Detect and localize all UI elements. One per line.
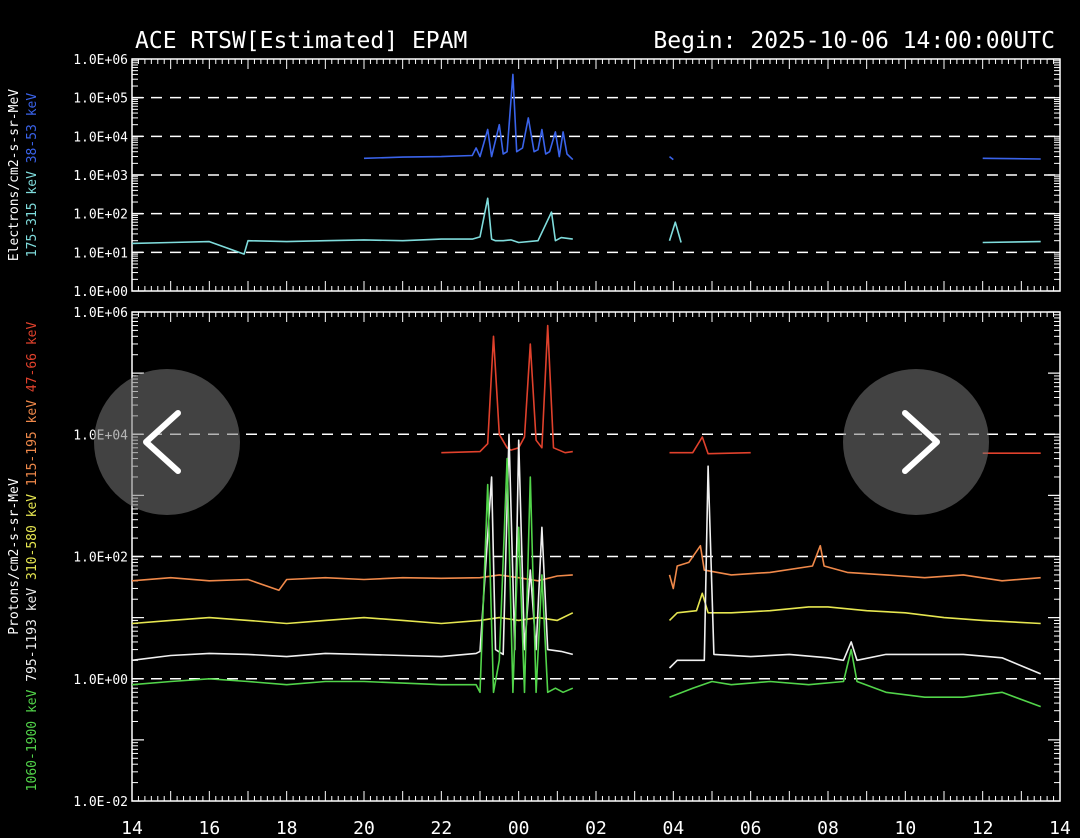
y-unit-label: Electrons/cm2-s-sr-MeV <box>7 89 22 261</box>
y-tick-label: 1.0E+02 <box>73 208 128 223</box>
x-tick-label: 10 <box>894 818 916 838</box>
y-tick-label: 1.0E+01 <box>73 246 128 261</box>
y-tick-label: 1.0E+02 <box>73 551 128 566</box>
legend-entry: 175-315 keV <box>25 163 40 257</box>
y-tick-label: 1.0E+04 <box>73 130 128 145</box>
chevron-right-icon <box>902 410 940 474</box>
y-tick-label: 1.0E+06 <box>73 306 128 321</box>
next-button[interactable] <box>843 369 989 515</box>
y-tick-label: 1.0E+00 <box>73 285 128 300</box>
x-tick-label: 12 <box>972 818 994 838</box>
y-tick-label: 1.0E+06 <box>73 53 128 68</box>
chevron-left-icon <box>143 410 181 474</box>
chart-title: ACE RTSW[Estimated] EPAM <box>135 28 467 54</box>
legend-entry: 310-580 keV <box>25 486 40 580</box>
y-tick-label: 1.0E-02 <box>73 795 128 810</box>
x-tick-label: 22 <box>430 818 452 838</box>
previous-button[interactable] <box>94 369 240 515</box>
x-tick-label: 08 <box>817 818 839 838</box>
x-tick-label: 16 <box>198 818 220 838</box>
legend-entry: 47-66 keV <box>25 322 40 393</box>
x-tick-label: 06 <box>740 818 762 838</box>
y-tick-label: 1.0E+03 <box>73 169 128 184</box>
x-tick-label: 20 <box>353 818 375 838</box>
x-tick-label: 18 <box>276 818 298 838</box>
x-tick-label: 02 <box>585 818 607 838</box>
y-tick-label: 1.0E+00 <box>73 673 128 688</box>
x-tick-label: 00 <box>508 818 530 838</box>
x-tick-label: 14 <box>121 818 143 838</box>
legend-entry: 38-53 keV <box>25 93 40 164</box>
legend-entry: 115-195 keV <box>25 392 40 486</box>
y-axis-label: 1060-1900 keV 795-1193 keV 310-580 keV 1… <box>25 322 40 792</box>
y-tick-label: 1.0E+05 <box>73 92 128 107</box>
x-tick-label: 04 <box>662 818 684 838</box>
y-axis-label: 175-315 keV 38-53 keV <box>25 93 40 258</box>
legend-entry: 795-1193 keV <box>25 580 40 682</box>
y-unit-label: Protons/cm2-s-sr-MeV <box>7 478 22 635</box>
begin-time: Begin: 2025-10-06 14:00:00UTC <box>653 28 1055 54</box>
legend-entry: 1060-1900 keV <box>25 682 40 792</box>
x-tick-label: 14 <box>1049 818 1071 838</box>
